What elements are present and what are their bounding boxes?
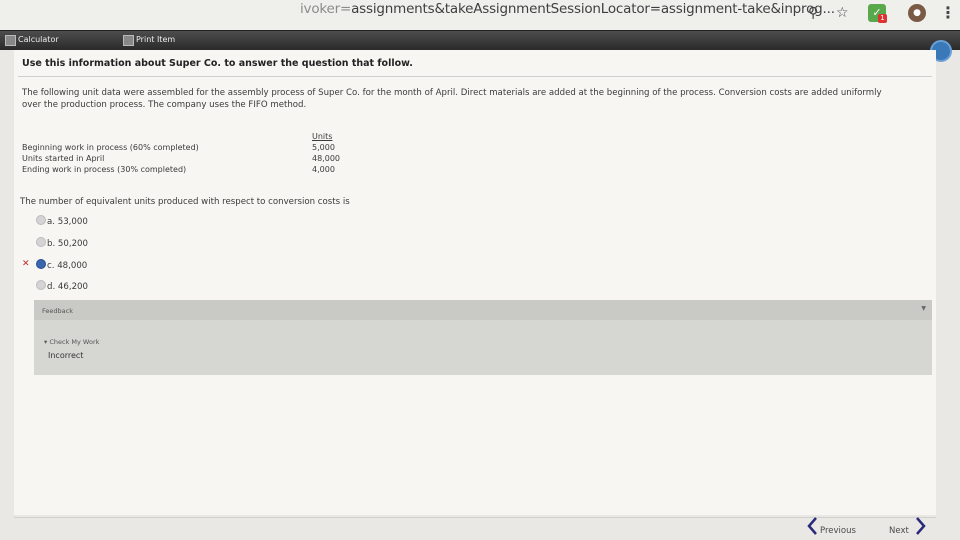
- option-text: 46,200: [57, 282, 88, 292]
- option-letter: a.: [47, 217, 55, 227]
- data-row-value: 48,000: [312, 154, 340, 163]
- feedback-title: Feedback: [42, 307, 73, 315]
- calculator-label: Calculator: [18, 35, 59, 44]
- question-intro: The following unit data were assembled f…: [22, 88, 882, 110]
- feedback-header[interactable]: Feedback ▼: [34, 300, 932, 320]
- option-letter: c.: [47, 261, 55, 271]
- extension-badge: 1: [878, 14, 887, 23]
- print-icon: [123, 35, 134, 46]
- check-my-work-label: Check My Work: [49, 338, 100, 346]
- question-panel: Use this information about Super Co. to …: [14, 50, 936, 515]
- question-prompt: The number of equivalent units produced …: [20, 197, 350, 207]
- url-text[interactable]: ivoker=assignments&takeAssignmentSession…: [300, 1, 835, 17]
- app-toolbar: Calculator Print Item: [0, 30, 960, 50]
- incorrect-mark-icon: ✕: [22, 259, 30, 269]
- option-letter: d.: [47, 282, 56, 292]
- profile-avatar[interactable]: ●: [908, 4, 926, 22]
- data-row-label: Units started in April: [22, 154, 105, 163]
- star-icon[interactable]: ☆: [836, 5, 849, 21]
- next-button[interactable]: Next: [889, 526, 909, 536]
- option-text: 50,200: [57, 239, 88, 249]
- heading-divider: [18, 76, 932, 77]
- address-bar[interactable]: ivoker=assignments&takeAssignmentSession…: [0, 0, 960, 30]
- footer-divider: [14, 517, 936, 518]
- collapse-arrow-icon[interactable]: ▼: [921, 305, 926, 312]
- answer-option-d[interactable]: d. 46,200: [36, 280, 88, 292]
- url-prefix: ivoker=: [300, 1, 352, 17]
- data-row-value: 5,000: [312, 143, 335, 152]
- radio-button-selected[interactable]: [36, 259, 46, 269]
- feedback-body: ▾ Check My Work Incorrect: [34, 320, 932, 375]
- radio-button[interactable]: [36, 280, 46, 290]
- option-letter: b.: [47, 239, 56, 249]
- data-row-label: Ending work in process (30% completed): [22, 165, 187, 174]
- option-text: 48,000: [57, 261, 88, 271]
- data-row-value: 4,000: [312, 165, 335, 174]
- question-heading: Use this information about Super Co. to …: [22, 58, 413, 69]
- calculator-button[interactable]: Calculator: [2, 33, 65, 47]
- answer-option-b[interactable]: b. 50,200: [36, 237, 88, 249]
- previous-button[interactable]: Previous: [820, 526, 856, 536]
- chevron-left-icon[interactable]: [805, 516, 819, 536]
- radio-button[interactable]: [36, 237, 46, 247]
- kebab-menu-icon[interactable]: ⋮: [940, 3, 956, 22]
- print-label: Print Item: [136, 35, 176, 44]
- url-main: assignments&takeAssignmentSessionLocator…: [351, 1, 835, 17]
- units-column-header: Units: [312, 132, 333, 141]
- chevron-right-icon[interactable]: [914, 516, 928, 536]
- calculator-icon: [5, 35, 16, 46]
- answer-option-c[interactable]: c. 48,000: [36, 259, 87, 271]
- print-item-button[interactable]: Print Item: [120, 33, 181, 47]
- option-text: 53,000: [57, 217, 88, 227]
- radio-button[interactable]: [36, 215, 46, 225]
- answer-option-a[interactable]: a. 53,000: [36, 215, 88, 227]
- data-row-label: Beginning work in process (60% completed…: [22, 143, 199, 152]
- magnifier-icon[interactable]: ⚲: [808, 5, 818, 21]
- check-my-work-toggle[interactable]: ▾ Check My Work: [44, 338, 99, 346]
- result-text: Incorrect: [48, 351, 84, 360]
